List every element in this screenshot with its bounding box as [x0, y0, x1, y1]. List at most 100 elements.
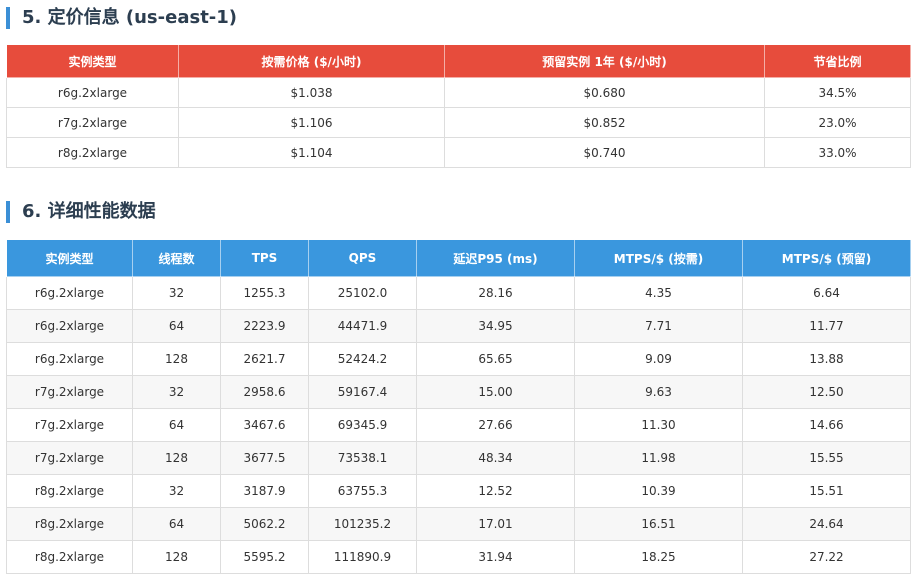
pricing-header-instance-type: 实例类型 [6, 44, 179, 78]
perf-cell-threads: 64 [132, 309, 221, 343]
perf-cell-latency-p95: 12.52 [416, 474, 575, 508]
perf-cell-threads: 64 [132, 408, 221, 442]
perf-cell-instance-type: r6g.2xlarge [6, 309, 133, 343]
perf-cell-tps: 2958.6 [220, 375, 309, 409]
table-row: r6g.2xlarge 64 2223.9 44471.9 34.95 7.71… [6, 309, 911, 343]
pricing-cell-savings: 34.5% [764, 77, 911, 108]
perf-cell-instance-type: r8g.2xlarge [6, 540, 133, 574]
perf-cell-threads: 128 [132, 441, 221, 475]
perf-header-qps: QPS [308, 239, 417, 277]
perf-cell-mtps-reserved: 15.51 [742, 474, 911, 508]
pricing-cell-savings: 23.0% [764, 107, 911, 138]
perf-cell-mtps-on-demand: 4.35 [574, 276, 743, 310]
perf-cell-mtps-on-demand: 11.98 [574, 441, 743, 475]
perf-cell-qps: 59167.4 [308, 375, 417, 409]
pricing-cell-reserved-price: $0.740 [444, 137, 765, 168]
perf-cell-qps: 63755.3 [308, 474, 417, 508]
perf-cell-mtps-reserved: 13.88 [742, 342, 911, 376]
performance-table: 实例类型 线程数 TPS QPS 延迟P95 (ms) MTPS/$ (按需) … [6, 239, 911, 574]
performance-section-title: 6. 详细性能数据 [6, 201, 156, 223]
perf-cell-mtps-reserved: 27.22 [742, 540, 911, 574]
perf-cell-latency-p95: 34.95 [416, 309, 575, 343]
perf-cell-mtps-reserved: 12.50 [742, 375, 911, 409]
perf-cell-qps: 25102.0 [308, 276, 417, 310]
perf-header-tps: TPS [220, 239, 309, 277]
pricing-header-savings: 节省比例 [764, 44, 911, 78]
pricing-cell-savings: 33.0% [764, 137, 911, 168]
perf-cell-tps: 2223.9 [220, 309, 309, 343]
pricing-cell-on-demand-price: $1.104 [178, 137, 445, 168]
perf-cell-mtps-on-demand: 9.09 [574, 342, 743, 376]
pricing-cell-on-demand-price: $1.106 [178, 107, 445, 138]
pricing-table: 实例类型 按需价格 ($/小时) 预留实例 1年 ($/小时) 节省比例 r6g… [6, 44, 911, 168]
perf-cell-threads: 32 [132, 375, 221, 409]
perf-header-mtps-reserved: MTPS/$ (预留) [742, 239, 911, 277]
pricing-cell-reserved-price: $0.680 [444, 77, 765, 108]
perf-cell-tps: 5062.2 [220, 507, 309, 541]
perf-cell-latency-p95: 31.94 [416, 540, 575, 574]
perf-cell-tps: 3677.5 [220, 441, 309, 475]
perf-cell-latency-p95: 27.66 [416, 408, 575, 442]
perf-cell-instance-type: r8g.2xlarge [6, 507, 133, 541]
perf-cell-tps: 5595.2 [220, 540, 309, 574]
perf-cell-qps: 73538.1 [308, 441, 417, 475]
perf-cell-instance-type: r7g.2xlarge [6, 375, 133, 409]
perf-cell-mtps-on-demand: 16.51 [574, 507, 743, 541]
table-row: r7g.2xlarge 32 2958.6 59167.4 15.00 9.63… [6, 375, 911, 409]
perf-cell-instance-type: r7g.2xlarge [6, 441, 133, 475]
table-row: r6g.2xlarge 128 2621.7 52424.2 65.65 9.0… [6, 342, 911, 376]
perf-cell-mtps-on-demand: 7.71 [574, 309, 743, 343]
perf-cell-mtps-on-demand: 11.30 [574, 408, 743, 442]
perf-cell-mtps-reserved: 24.64 [742, 507, 911, 541]
perf-cell-threads: 128 [132, 540, 221, 574]
pricing-header-reserved-price: 预留实例 1年 ($/小时) [444, 44, 765, 78]
perf-cell-tps: 3187.9 [220, 474, 309, 508]
table-row: r6g.2xlarge $1.038 $0.680 34.5% [6, 77, 911, 108]
table-row: r8g.2xlarge $1.104 $0.740 33.0% [6, 137, 911, 168]
table-row: r8g.2xlarge 128 5595.2 111890.9 31.94 18… [6, 540, 911, 574]
table-row: r8g.2xlarge 64 5062.2 101235.2 17.01 16.… [6, 507, 911, 541]
pricing-cell-reserved-price: $0.852 [444, 107, 765, 138]
perf-cell-mtps-on-demand: 18.25 [574, 540, 743, 574]
perf-cell-mtps-reserved: 14.66 [742, 408, 911, 442]
perf-header-threads: 线程数 [132, 239, 221, 277]
table-row: r8g.2xlarge 32 3187.9 63755.3 12.52 10.3… [6, 474, 911, 508]
perf-cell-qps: 69345.9 [308, 408, 417, 442]
pricing-cell-on-demand-price: $1.038 [178, 77, 445, 108]
perf-cell-threads: 128 [132, 342, 221, 376]
perf-cell-qps: 111890.9 [308, 540, 417, 574]
performance-header-row: 实例类型 线程数 TPS QPS 延迟P95 (ms) MTPS/$ (按需) … [6, 239, 911, 277]
perf-cell-mtps-on-demand: 10.39 [574, 474, 743, 508]
pricing-section-title: 5. 定价信息 (us-east-1) [6, 7, 237, 29]
perf-cell-instance-type: r8g.2xlarge [6, 474, 133, 508]
perf-cell-mtps-reserved: 15.55 [742, 441, 911, 475]
perf-cell-qps: 101235.2 [308, 507, 417, 541]
pricing-cell-instance-type: r6g.2xlarge [6, 77, 179, 108]
table-row: r7g.2xlarge $1.106 $0.852 23.0% [6, 107, 911, 138]
perf-cell-instance-type: r7g.2xlarge [6, 408, 133, 442]
table-row: r7g.2xlarge 64 3467.6 69345.9 27.66 11.3… [6, 408, 911, 442]
pricing-header-on-demand-price: 按需价格 ($/小时) [178, 44, 445, 78]
perf-cell-mtps-reserved: 6.64 [742, 276, 911, 310]
pricing-cell-instance-type: r8g.2xlarge [6, 137, 179, 168]
perf-cell-qps: 44471.9 [308, 309, 417, 343]
perf-cell-latency-p95: 17.01 [416, 507, 575, 541]
table-row: r7g.2xlarge 128 3677.5 73538.1 48.34 11.… [6, 441, 911, 475]
perf-cell-threads: 32 [132, 276, 221, 310]
perf-cell-mtps-reserved: 11.77 [742, 309, 911, 343]
perf-header-instance-type: 实例类型 [6, 239, 133, 277]
perf-cell-tps: 1255.3 [220, 276, 309, 310]
perf-cell-instance-type: r6g.2xlarge [6, 342, 133, 376]
perf-cell-latency-p95: 15.00 [416, 375, 575, 409]
perf-cell-threads: 32 [132, 474, 221, 508]
perf-cell-threads: 64 [132, 507, 221, 541]
perf-cell-qps: 52424.2 [308, 342, 417, 376]
perf-cell-latency-p95: 48.34 [416, 441, 575, 475]
perf-cell-instance-type: r6g.2xlarge [6, 276, 133, 310]
perf-cell-tps: 3467.6 [220, 408, 309, 442]
perf-cell-latency-p95: 28.16 [416, 276, 575, 310]
pricing-cell-instance-type: r7g.2xlarge [6, 107, 179, 138]
pricing-header-row: 实例类型 按需价格 ($/小时) 预留实例 1年 ($/小时) 节省比例 [6, 44, 911, 78]
perf-cell-tps: 2621.7 [220, 342, 309, 376]
perf-cell-latency-p95: 65.65 [416, 342, 575, 376]
